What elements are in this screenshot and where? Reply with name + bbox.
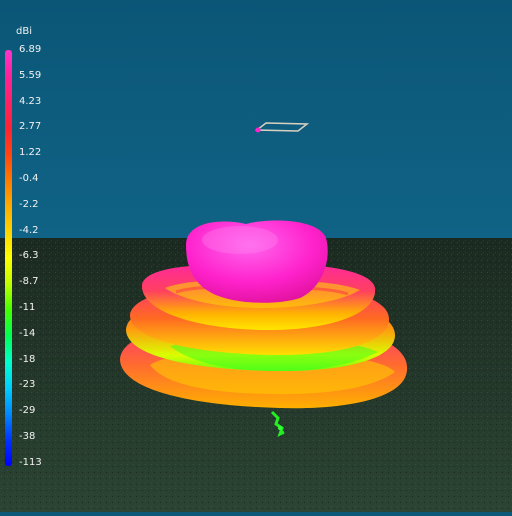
legend-tick-label: 6.89 bbox=[19, 44, 42, 55]
legend-tick-label: -8.7 bbox=[19, 276, 39, 288]
sky bbox=[0, 0, 512, 240]
legend-tick-label: -4.2 bbox=[19, 224, 39, 236]
legend-tick-label: 4.23 bbox=[19, 95, 42, 107]
legend-tick-label: -29 bbox=[19, 405, 36, 417]
legend-tick-label: 2.77 bbox=[19, 121, 42, 133]
legend-tick-label: -14 bbox=[19, 327, 36, 339]
legend-unit-label: dBi bbox=[16, 26, 32, 37]
legend-tick-label: -23 bbox=[19, 379, 36, 391]
legend-tick-label: -0.4 bbox=[19, 173, 39, 184]
legend-color-bar bbox=[5, 50, 12, 466]
radiation-pattern-3d-view bbox=[0, 0, 512, 512]
legend-tick-label: -6.3 bbox=[19, 250, 39, 262]
legend-tick-label: -18 bbox=[19, 353, 36, 365]
legend-tick-label: -2.2 bbox=[19, 198, 39, 210]
radiation-pattern-viewport[interactable] bbox=[0, 0, 512, 512]
legend-tick-label: 5.59 bbox=[19, 69, 42, 81]
legend-tick-label: -11 bbox=[19, 302, 36, 313]
legend-tick-label: -113 bbox=[19, 456, 42, 468]
legend-tick-label: -38 bbox=[19, 431, 36, 442]
legend-tick-label: 1.22 bbox=[19, 147, 42, 159]
gain-legend: dBi 6.89 5.59 4.23 2.77 1.22 -0.4 -2.2 -4.2 -6.3… bbox=[0, 0, 60, 470]
